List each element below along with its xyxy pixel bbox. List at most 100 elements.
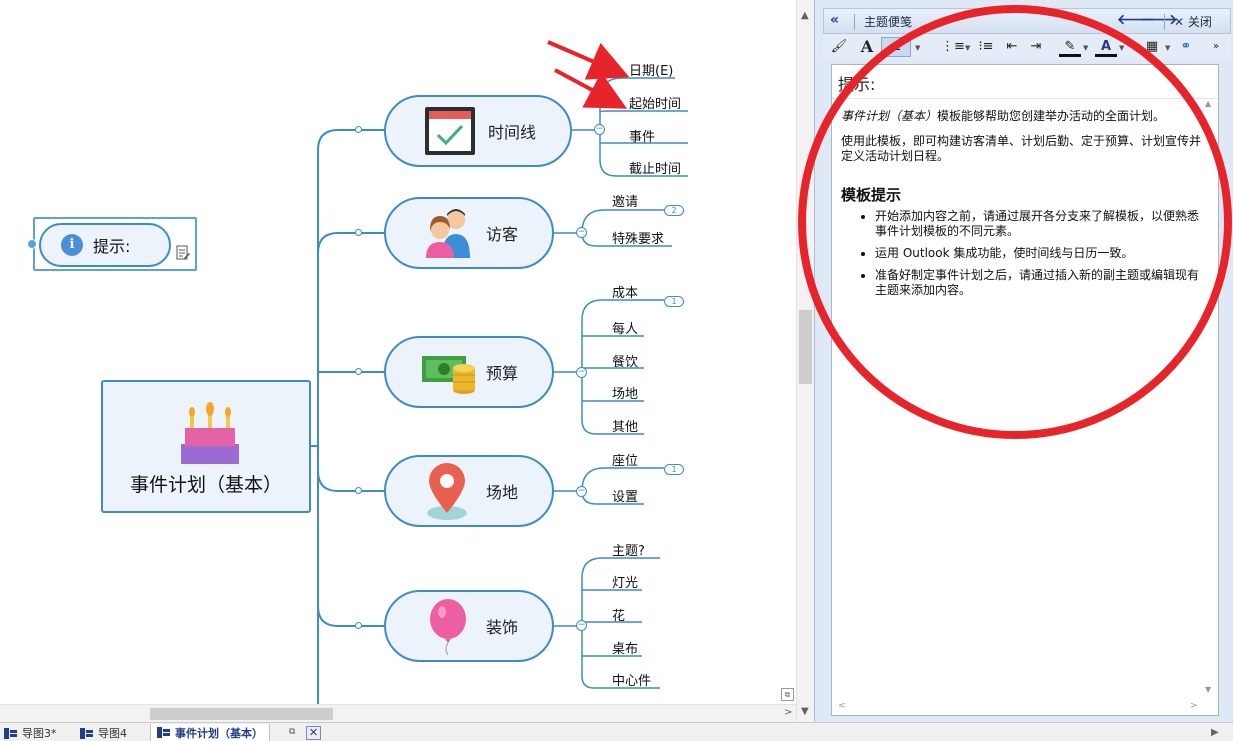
scroll-thumb[interactable]: [150, 708, 333, 720]
scroll-up-arrow-icon[interactable]: ▲: [1205, 99, 1211, 108]
scroll-right-arrow-icon[interactable]: >: [1190, 701, 1198, 711]
connector-dot: [355, 126, 362, 133]
hyperlink-icon[interactable]: ⚭: [1175, 37, 1197, 57]
format-painter-icon[interactable]: 🖌: [829, 37, 849, 57]
topic-label: 装饰: [486, 618, 519, 637]
tab-map4[interactable]: 导图4: [80, 724, 127, 741]
collapse-panel-icon[interactable]: «: [830, 12, 839, 28]
collapse-toggle[interactable]: −: [576, 620, 587, 631]
mindmap-document-icon: [4, 727, 17, 739]
dropdown-arrow-icon[interactable]: ▼: [1165, 44, 1170, 52]
close-tab-button[interactable]: ✕: [306, 726, 321, 740]
subtopic[interactable]: 截止时间: [629, 158, 681, 177]
dropdown-arrow-icon[interactable]: ▼: [965, 44, 970, 52]
subtopic[interactable]: 其他: [612, 416, 638, 435]
bullet-list-icon[interactable]: ⁝≡: [975, 37, 997, 57]
tip-topic-selection[interactable]: i 提示:: [27, 217, 197, 271]
vertical-scrollbar[interactable]: ▲ ▼: [796, 0, 814, 722]
subtopic[interactable]: 花: [612, 605, 625, 624]
subtopic[interactable]: 灯光: [612, 572, 638, 591]
subtopic[interactable]: 设置: [612, 486, 638, 505]
topic-venue[interactable]: 场地: [384, 455, 554, 527]
tip-topic[interactable]: i 提示:: [39, 223, 171, 267]
decrease-indent-icon[interactable]: ⇤: [1001, 37, 1023, 57]
resize-corner-icon[interactable]: ⧉: [781, 688, 794, 701]
note-icon[interactable]: [176, 245, 190, 261]
list-item: 运用 Outlook 集成功能，使时间线与日历一致。: [875, 246, 1201, 261]
collapse-toggle[interactable]: −: [576, 227, 587, 238]
app-window: 事件计划（基本） i 提示: 时间线 − 日期(E) 起始时间 事件 截止时间 …: [0, 0, 1233, 741]
subtopic[interactable]: 餐饮: [612, 351, 638, 370]
dropdown-arrow-icon[interactable]: ▼: [1083, 44, 1088, 52]
subtopic[interactable]: 成本: [612, 282, 638, 301]
panel-title: 主题便笺: [864, 15, 913, 29]
drag-handle[interactable]: [27, 239, 37, 249]
subtopic[interactable]: 事件: [629, 126, 655, 145]
subtopic[interactable]: 起始时间: [629, 93, 681, 112]
tab-scroll-arrow-icon[interactable]: ▶: [1211, 727, 1219, 738]
collapse-toggle[interactable]: −: [576, 486, 587, 497]
central-topic[interactable]: 事件计划（基本）: [101, 380, 311, 513]
font-icon[interactable]: A: [857, 37, 877, 57]
subtopic[interactable]: 座位: [612, 450, 638, 469]
dropdown-arrow-icon[interactable]: ▼: [915, 44, 920, 52]
subtopic[interactable]: 邀请: [612, 191, 638, 210]
topic-decoration[interactable]: 装饰: [384, 590, 554, 662]
topic-budget[interactable]: 预算: [384, 336, 554, 408]
editor-vertical-scrollbar[interactable]: ▲ ▼: [1202, 99, 1218, 699]
subtopic[interactable]: 特殊要求: [612, 228, 664, 247]
editor-horizontal-scrollbar[interactable]: < >: [832, 699, 1218, 715]
tip-topic-label: 提示:: [93, 237, 131, 256]
subtopic[interactable]: 中心件: [612, 670, 651, 689]
topic-label: 预算: [486, 364, 519, 383]
topic-timeline[interactable]: 时间线: [384, 95, 572, 167]
tab-label: 导图3*: [22, 727, 57, 740]
scroll-left-arrow-icon[interactable]: <: [838, 701, 846, 711]
collapse-toggle[interactable]: −: [594, 124, 605, 135]
subtopic-count-badge[interactable]: 1: [664, 296, 684, 307]
scroll-up-arrow-icon[interactable]: ▲: [801, 10, 809, 21]
next-arrow-icon[interactable]: 🡒: [1140, 11, 1178, 28]
money-coins-icon: [420, 344, 476, 400]
balloon-icon: [420, 598, 476, 655]
scroll-right-arrow-icon[interactable]: >: [784, 707, 792, 718]
mindmap-document-icon: [80, 727, 93, 739]
subtopic[interactable]: 每人: [612, 318, 638, 337]
panel-close-button[interactable]: ✕ 关闭: [1174, 13, 1212, 30]
note-editor[interactable]: 提示: 事件计划（基本）模板能够帮助您创建举办活动的全面计划。 使用此模板，即可…: [831, 64, 1219, 716]
scroll-thumb[interactable]: [799, 310, 812, 384]
tab-label: 事件计划（基本）: [175, 726, 263, 740]
people-icon: [420, 205, 476, 261]
tab-event-plan[interactable]: 事件计划（基本）: [150, 724, 270, 741]
subtopic[interactable]: 场地: [612, 383, 638, 402]
subtopic-count-badge[interactable]: 2: [664, 205, 684, 216]
increase-indent-icon[interactable]: ⇥: [1025, 37, 1047, 57]
note-body[interactable]: 事件计划（基本）模板能够帮助您创建举办活动的全面计划。 使用此模板，即可构建访客…: [841, 109, 1201, 305]
horizontal-scrollbar[interactable]: >: [0, 704, 796, 722]
subtopic[interactable]: 桌布: [612, 638, 638, 657]
tab-map3[interactable]: 导图3*: [4, 724, 57, 741]
scroll-down-arrow-icon[interactable]: ▼: [801, 706, 809, 717]
font-color-icon[interactable]: A: [1095, 37, 1117, 57]
highlight-color-icon[interactable]: ✎: [1059, 37, 1081, 57]
topic-visitors[interactable]: 访客: [384, 197, 554, 269]
pin-tab-icon[interactable]: ⧉: [289, 727, 295, 737]
insert-table-icon[interactable]: ▦: [1141, 37, 1163, 57]
connector-dot: [355, 368, 362, 375]
topic-label: 时间线: [488, 123, 537, 142]
align-left-icon[interactable]: ≡: [881, 37, 911, 57]
document-tab-bar: 导图3* 导图4 事件计划（基本） ⧉ ✕ ▶: [0, 722, 1233, 741]
subtopic-count-badge[interactable]: 1: [664, 464, 684, 475]
toolbar-overflow-icon[interactable]: »: [1209, 37, 1223, 57]
info-icon: i: [61, 234, 83, 256]
subtopic[interactable]: 日期(E): [629, 60, 673, 79]
dropdown-arrow-icon[interactable]: ▼: [1119, 44, 1124, 52]
subtopic[interactable]: 主题?: [612, 540, 645, 559]
mindmap-canvas[interactable]: 事件计划（基本） i 提示: 时间线 − 日期(E) 起始时间 事件 截止时间 …: [0, 0, 800, 722]
collapse-toggle[interactable]: −: [576, 367, 587, 378]
scroll-down-arrow-icon[interactable]: ▼: [1205, 685, 1211, 694]
usage-paragraph: 使用此模板，即可构建访客清单、计划后勤、定于预算、计划宣传并定义活动计划日程。: [841, 134, 1202, 163]
numbered-list-icon[interactable]: ⋮≡: [941, 37, 965, 57]
connector-dot: [355, 229, 362, 236]
close-label: 关闭: [1187, 15, 1212, 29]
